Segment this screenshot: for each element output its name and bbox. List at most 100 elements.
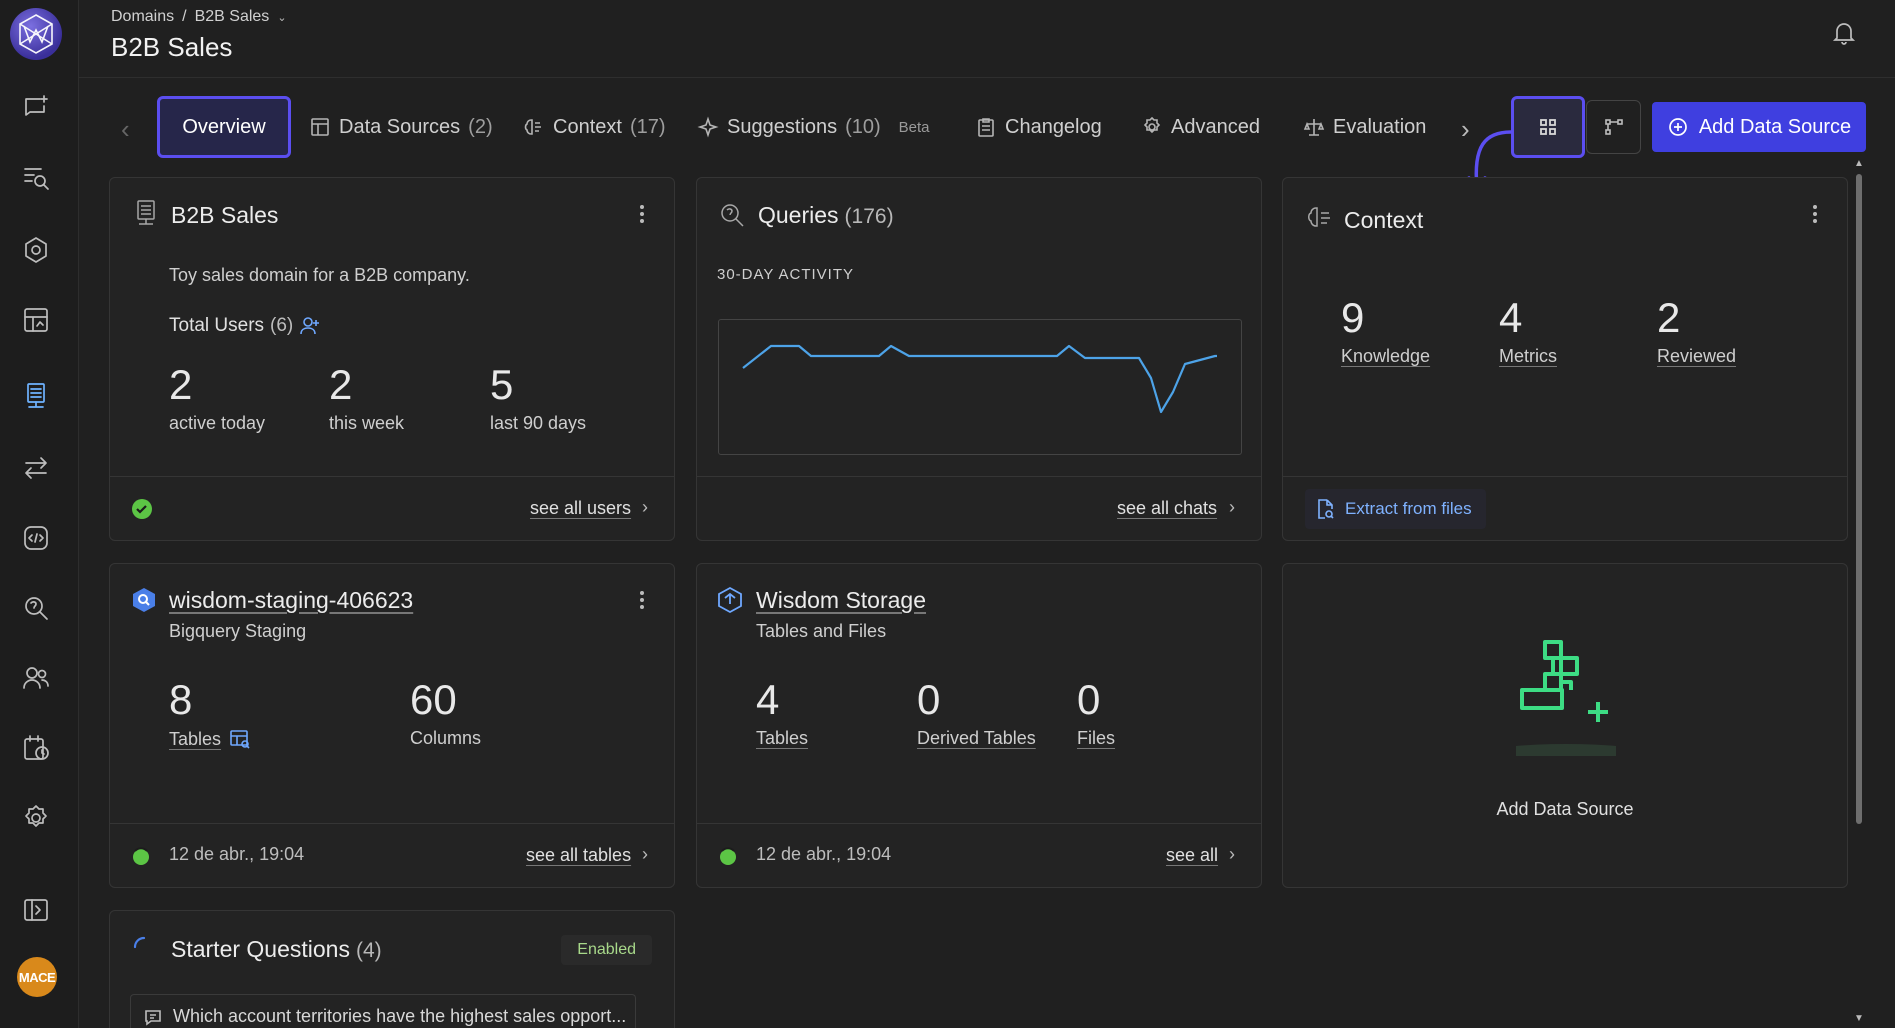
chat-sparkle-icon[interactable] bbox=[20, 92, 52, 124]
add-data-source-button[interactable]: Add Data Source bbox=[1652, 102, 1866, 152]
see-all-link[interactable]: see all bbox=[1166, 845, 1218, 866]
knowledge-link[interactable]: Knowledge bbox=[1341, 346, 1430, 367]
table-search-icon[interactable] bbox=[229, 728, 251, 750]
reviewed-link[interactable]: Reviewed bbox=[1657, 346, 1736, 367]
context-card-footer: Extract from files bbox=[1283, 476, 1847, 540]
tab-suggestions[interactable]: Suggestions (10) Beta bbox=[697, 96, 930, 158]
tab-context[interactable]: Context (17) bbox=[523, 96, 666, 158]
more-options-icon[interactable] bbox=[640, 202, 646, 226]
users-icon[interactable] bbox=[20, 662, 52, 694]
storage-subtitle: Tables and Files bbox=[756, 621, 887, 641]
bq-tables-link[interactable]: Tables bbox=[169, 729, 221, 750]
starter-questions-card: Starter Questions (4) Enabled Which accou… bbox=[109, 910, 675, 1028]
query-search-icon bbox=[717, 200, 747, 230]
queries-card: Queries (176) 30-DAY ACTIVITY see all cha… bbox=[696, 177, 1262, 541]
transfer-icon[interactable] bbox=[20, 452, 52, 484]
avatar[interactable]: MACE bbox=[17, 957, 57, 997]
total-users-count: (6) bbox=[270, 315, 294, 336]
tab-data-sources[interactable]: Data Sources (2) bbox=[309, 96, 493, 158]
derived-tables-link[interactable]: Derived Tables bbox=[917, 728, 1036, 749]
clipboard-icon bbox=[978, 118, 994, 137]
files-value: 0 bbox=[1077, 676, 1101, 723]
more-options-icon[interactable] bbox=[640, 588, 646, 612]
tab-changelog[interactable]: Changelog bbox=[975, 96, 1102, 158]
add-user-icon[interactable] bbox=[299, 315, 321, 337]
domain-description: Toy sales domain for a B2B company. bbox=[169, 265, 470, 285]
this-week-label: this week bbox=[329, 413, 405, 433]
dashboard-icon[interactable] bbox=[20, 304, 52, 336]
hexagon-network-icon[interactable] bbox=[20, 234, 52, 266]
knowledge-value: 9 bbox=[1341, 294, 1365, 341]
flow-view-button[interactable] bbox=[1586, 100, 1641, 154]
sync-icon bbox=[717, 845, 739, 867]
beta-badge: Beta bbox=[898, 118, 930, 136]
breadcrumb-current[interactable]: B2B Sales bbox=[195, 8, 270, 26]
tab-evaluation[interactable]: Evaluation bbox=[1303, 96, 1426, 158]
loading-spinner-icon bbox=[133, 936, 146, 949]
breadcrumb-domains[interactable]: Domains bbox=[111, 8, 174, 26]
tab-overview[interactable]: Overview bbox=[157, 96, 291, 158]
scale-icon bbox=[1303, 119, 1325, 136]
last-90-days-label: last 90 days bbox=[490, 413, 587, 433]
metrics-link[interactable]: Metrics bbox=[1499, 346, 1557, 367]
chevron-right-icon[interactable]: › bbox=[642, 844, 648, 865]
starter-question-item[interactable]: Which account territories have the highe… bbox=[130, 994, 636, 1028]
tab-advanced[interactable]: Advanced bbox=[1141, 96, 1260, 158]
bigquery-card-footer: 12 de abr., 19:04 see all tables › bbox=[110, 823, 674, 887]
schedule-icon[interactable] bbox=[20, 732, 52, 764]
storage-title[interactable]: Wisdom Storage bbox=[756, 587, 926, 614]
chevron-right-icon[interactable]: › bbox=[1229, 497, 1235, 518]
see-all-chats-link[interactable]: see all chats bbox=[1117, 498, 1217, 519]
collapse-sidebar-icon[interactable] bbox=[20, 894, 52, 926]
tab-bar: ‹ Overview Data Sources (2) Context (17)… bbox=[79, 96, 1895, 158]
files-link[interactable]: Files bbox=[1077, 728, 1115, 749]
table-icon bbox=[311, 118, 329, 136]
chevron-right-icon[interactable]: › bbox=[1229, 844, 1235, 865]
chevron-left-icon[interactable]: ‹ bbox=[121, 114, 130, 145]
scroll-down-icon[interactable]: ▼ bbox=[1854, 1013, 1864, 1024]
derived-tables-value: 0 bbox=[917, 676, 941, 723]
metrics-value: 4 bbox=[1499, 294, 1523, 341]
sync-icon bbox=[130, 845, 152, 867]
this-week-value: 2 bbox=[329, 361, 353, 408]
brain-icon bbox=[1305, 204, 1335, 234]
bq-tables: Tables bbox=[169, 728, 251, 750]
see-all-users-link[interactable]: see all users bbox=[530, 498, 631, 519]
gear-icon bbox=[1143, 116, 1161, 134]
add-data-source-card[interactable]: Add Data Source bbox=[1282, 563, 1848, 888]
extract-from-files-button[interactable]: Extract from files bbox=[1305, 489, 1486, 529]
context-title: Context bbox=[1344, 207, 1424, 233]
add-data-source-label: Add Data Source bbox=[1698, 115, 1852, 138]
check-circle-icon bbox=[132, 499, 152, 519]
bq-columns-value: 60 bbox=[410, 676, 457, 723]
reviewed-value: 2 bbox=[1657, 294, 1681, 341]
chevron-down-icon[interactable]: ⌄ bbox=[277, 11, 286, 24]
bq-tables-value: 8 bbox=[169, 676, 193, 723]
scrollbar[interactable]: ▲ ▼ bbox=[1854, 158, 1864, 1028]
bigquery-icon bbox=[133, 588, 155, 612]
tab-data-sources-label: Data Sources bbox=[339, 115, 461, 138]
queries-card-footer: see all chats › bbox=[697, 476, 1261, 540]
storage-tables-link[interactable]: Tables bbox=[756, 728, 808, 749]
wisdom-logo-icon[interactable] bbox=[10, 8, 62, 60]
queries-title-label: Queries bbox=[758, 202, 839, 228]
more-options-icon[interactable] bbox=[1813, 202, 1819, 226]
scroll-up-icon[interactable]: ▲ bbox=[1854, 158, 1864, 169]
breadcrumb: Domains / B2B Sales ⌄ bbox=[111, 8, 287, 26]
see-all-tables-link[interactable]: see all tables bbox=[526, 845, 631, 866]
code-icon[interactable] bbox=[20, 522, 52, 554]
tab-advanced-label: Advanced bbox=[1171, 115, 1260, 138]
domain-icon bbox=[132, 198, 162, 228]
bell-icon[interactable] bbox=[1831, 20, 1859, 48]
plus-circle-icon bbox=[1668, 118, 1687, 136]
domain-icon[interactable] bbox=[20, 380, 52, 412]
bigquery-title[interactable]: wisdom-staging-406623 bbox=[169, 587, 413, 614]
storage-timestamp: 12 de abr., 19:04 bbox=[756, 844, 892, 864]
query-search-icon[interactable] bbox=[20, 592, 52, 624]
chevron-right-icon[interactable]: › bbox=[642, 497, 648, 518]
brain-icon bbox=[524, 119, 541, 135]
gear-icon[interactable] bbox=[20, 802, 52, 834]
scrollbar-thumb[interactable] bbox=[1856, 174, 1862, 824]
search-list-icon[interactable] bbox=[20, 162, 52, 194]
bigquery-card: wisdom-staging-406623 Bigquery Staging 8… bbox=[109, 563, 675, 888]
